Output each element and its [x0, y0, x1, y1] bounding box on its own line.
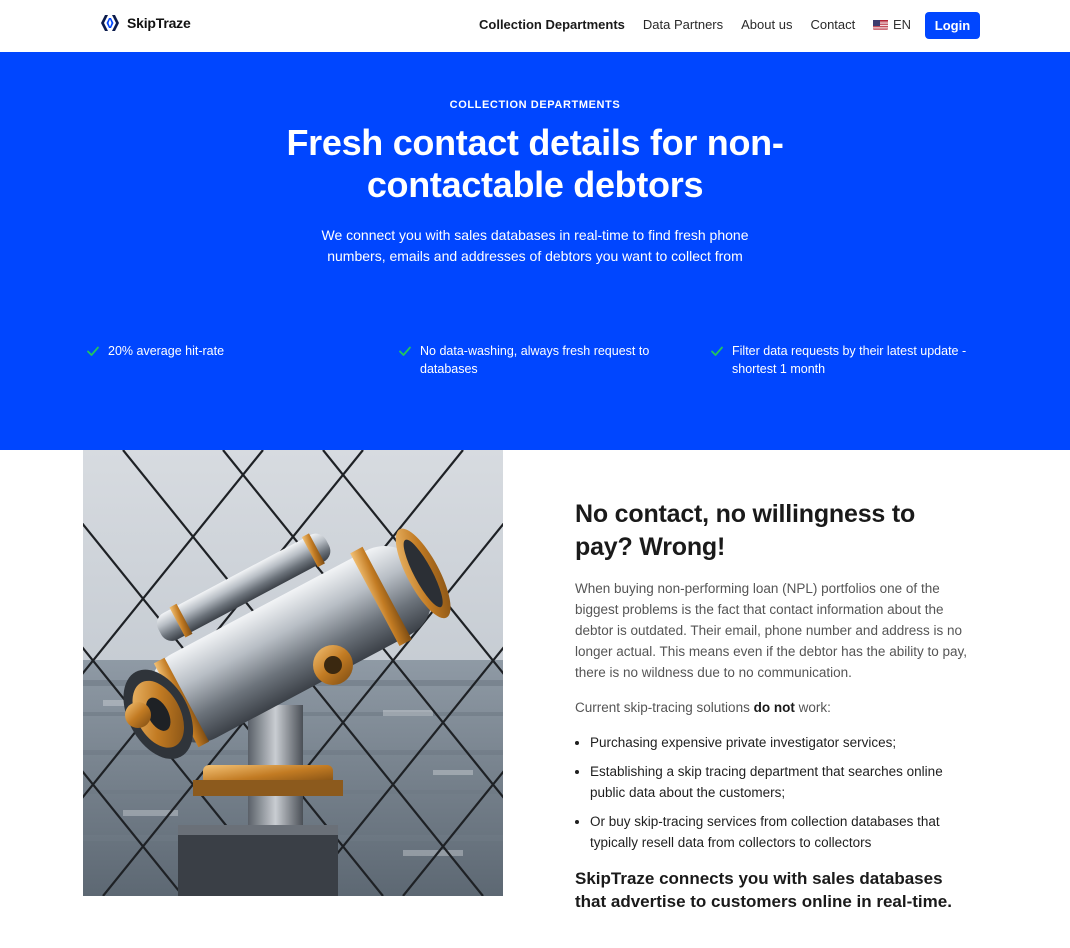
hero-title: Fresh contact details for non-contactabl… [286, 122, 784, 205]
language-selector[interactable]: EN [873, 17, 911, 32]
feature-fresh-request: No data-washing, always fresh request to… [398, 342, 668, 378]
hero-eyebrow: COLLECTION DEPARTMENTS [449, 99, 621, 111]
intro-text-end: work: [794, 700, 831, 715]
intro-text: Current skip-tracing solutions [575, 700, 754, 715]
intro-content: No contact, no willingness to pay? Wrong… [575, 498, 975, 913]
feature-text: Filter data requests by their latest upd… [732, 344, 967, 376]
login-button[interactable]: Login [925, 12, 980, 39]
language-label: EN [893, 17, 912, 32]
list-item: Or buy skip-tracing services from collec… [590, 811, 975, 853]
feature-filter-requests: Filter data requests by their latest upd… [710, 342, 980, 378]
binoculars-photo [83, 450, 503, 896]
nav-data-partners[interactable]: Data Partners [643, 17, 723, 32]
check-icon [87, 346, 99, 356]
section-paragraph: When buying non-performing loan (NPL) po… [575, 581, 967, 680]
check-icon [711, 346, 723, 356]
nav-about-us[interactable]: About us [741, 17, 792, 32]
nav-collection-departments[interactable]: Collection Departments [479, 17, 625, 32]
site-header: SkipTraze Collection Departments Data Pa… [0, 0, 1070, 52]
feature-text: No data-washing, always fresh request to… [420, 344, 650, 376]
check-icon [399, 346, 411, 356]
main-nav: Collection Departments Data Partners Abo… [479, 17, 855, 32]
us-flag-icon [873, 19, 888, 30]
list-item: Establishing a skip tracing department t… [590, 761, 975, 803]
intro-emphasis: do not [753, 700, 795, 715]
brand-logo[interactable]: SkipTraze [100, 13, 191, 33]
hero-section: COLLECTION DEPARTMENTS Fresh contact det… [0, 52, 1070, 450]
section-title: No contact, no willingness to pay? Wrong… [575, 500, 916, 561]
feature-text: 20% average hit-rate [108, 344, 225, 358]
skip-tracing-intro: Current skip-tracing solutions do not wo… [575, 697, 975, 718]
solutions-list: Purchasing expensive private investigato… [575, 732, 975, 853]
skiptraze-logo-icon [101, 15, 119, 31]
feature-hit-rate: 20% average hit-rate [86, 342, 366, 360]
brand-name: SkipTraze [127, 15, 191, 31]
nav-contact[interactable]: Contact [810, 17, 855, 32]
closing-statement: SkipTraze connects you with sales databa… [575, 869, 952, 911]
hero-subtitle: We connect you with sales databases in r… [321, 227, 749, 264]
list-item: Purchasing expensive private investigato… [590, 732, 975, 753]
